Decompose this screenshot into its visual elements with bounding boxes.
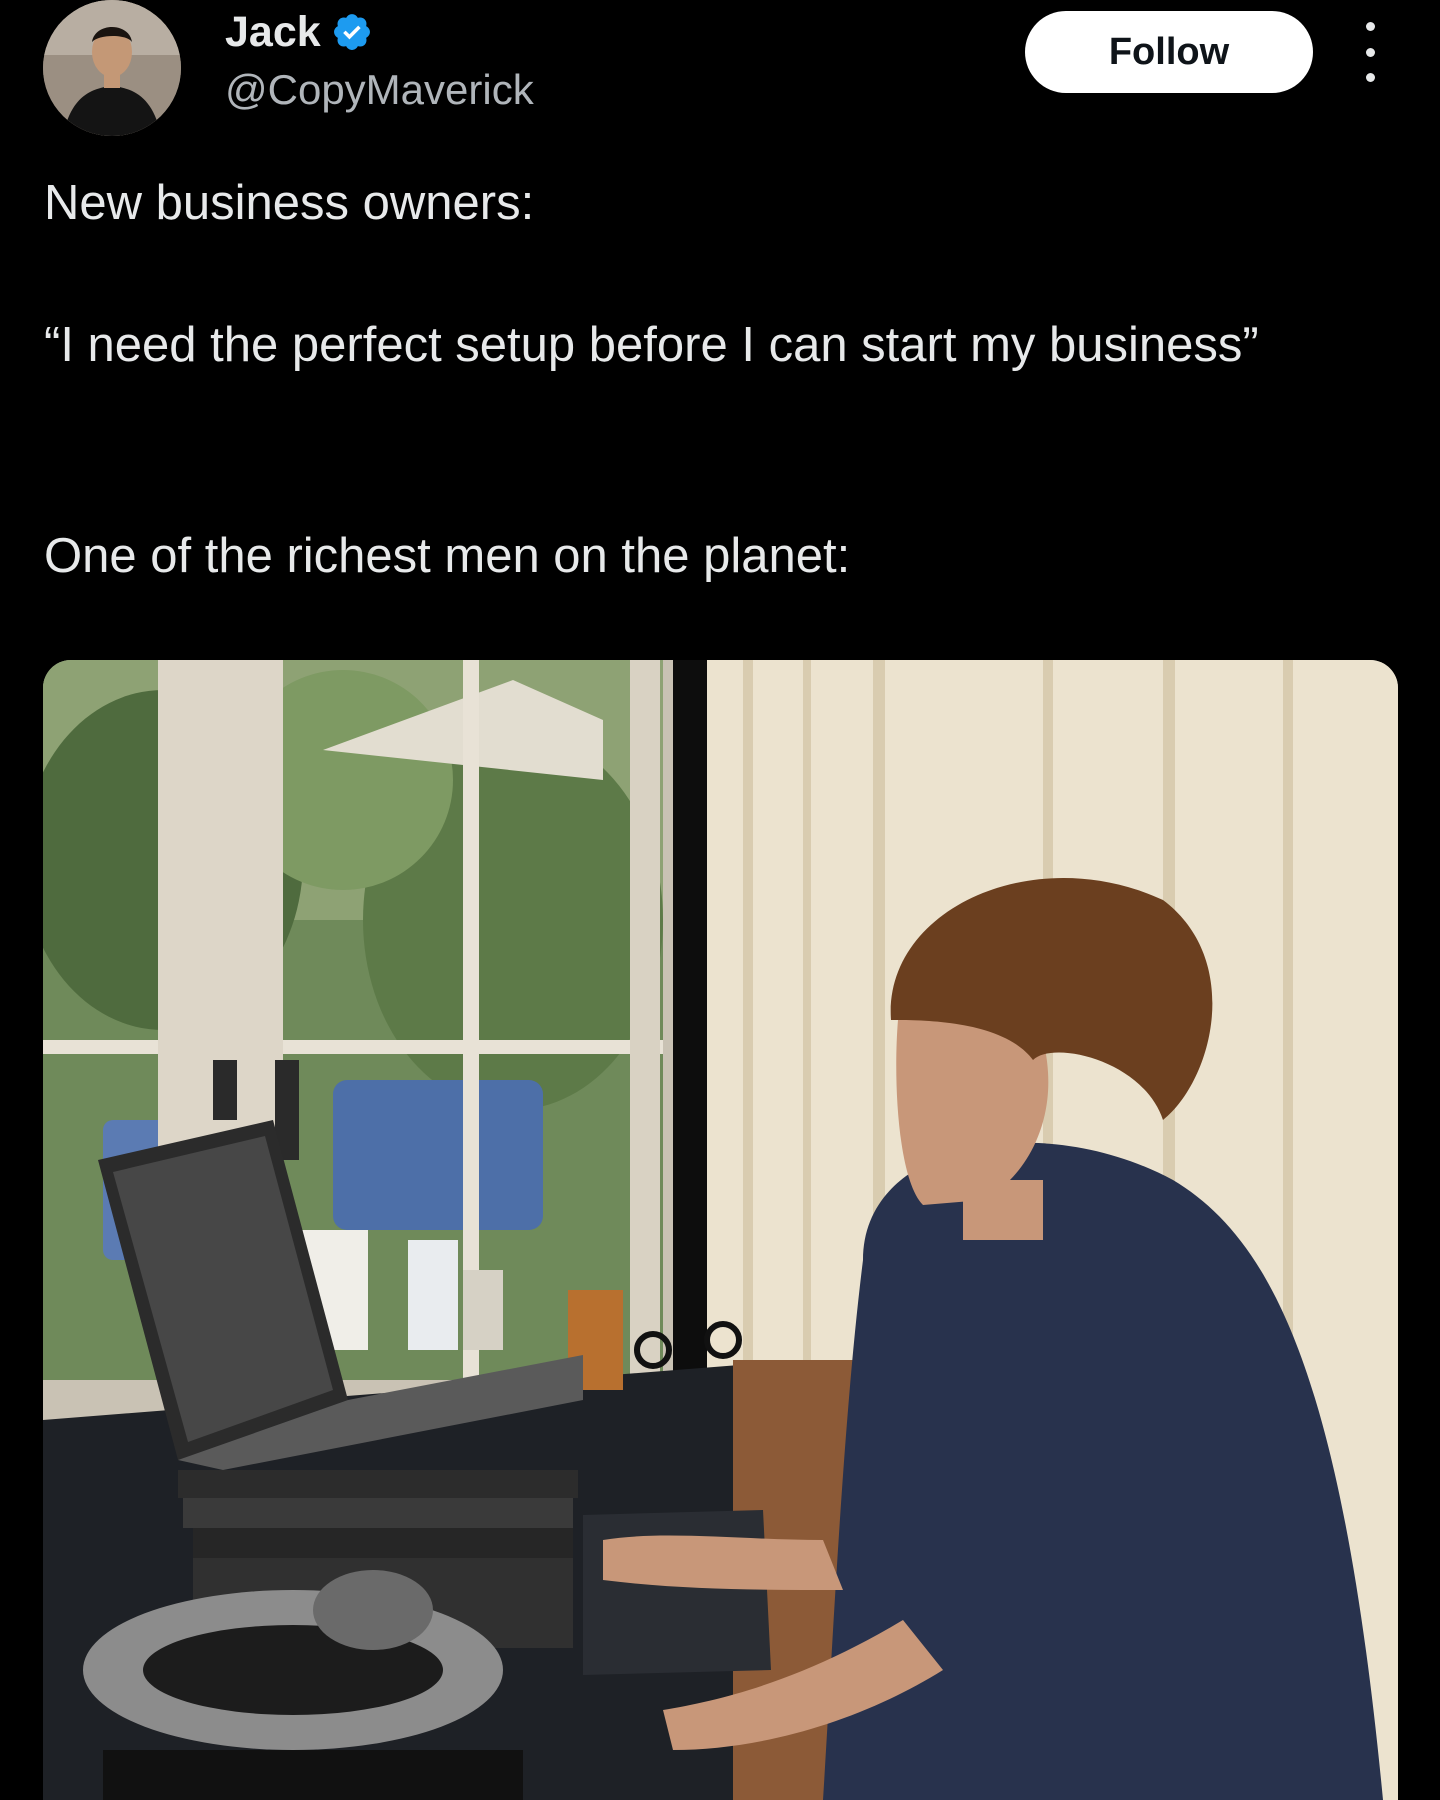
tweet-photo[interactable]: [43, 660, 1398, 1800]
more-dot: [1365, 22, 1375, 31]
tweet-line-2: “I need the perfect setup before I can s…: [44, 318, 1259, 372]
author-avatar[interactable]: [43, 0, 181, 136]
author-display-name[interactable]: Jack: [225, 6, 321, 58]
tweet-header: Jack @CopyMaverick Follow: [0, 0, 1440, 150]
more-dot: [1365, 47, 1375, 57]
tweet-line-1: New business owners:: [44, 176, 535, 230]
author-handle[interactable]: @CopyMaverick: [225, 64, 534, 116]
follow-button[interactable]: Follow: [1025, 11, 1313, 93]
author-name-row: Jack: [225, 6, 373, 58]
avatar-photo: [43, 0, 181, 136]
more-vertical-icon[interactable]: [1352, 22, 1388, 82]
verified-badge-icon: [331, 11, 373, 53]
more-dot: [1365, 73, 1375, 82]
photo-illustration: [43, 660, 1398, 1800]
tweet-line-3: One of the richest men on the planet:: [44, 529, 851, 583]
